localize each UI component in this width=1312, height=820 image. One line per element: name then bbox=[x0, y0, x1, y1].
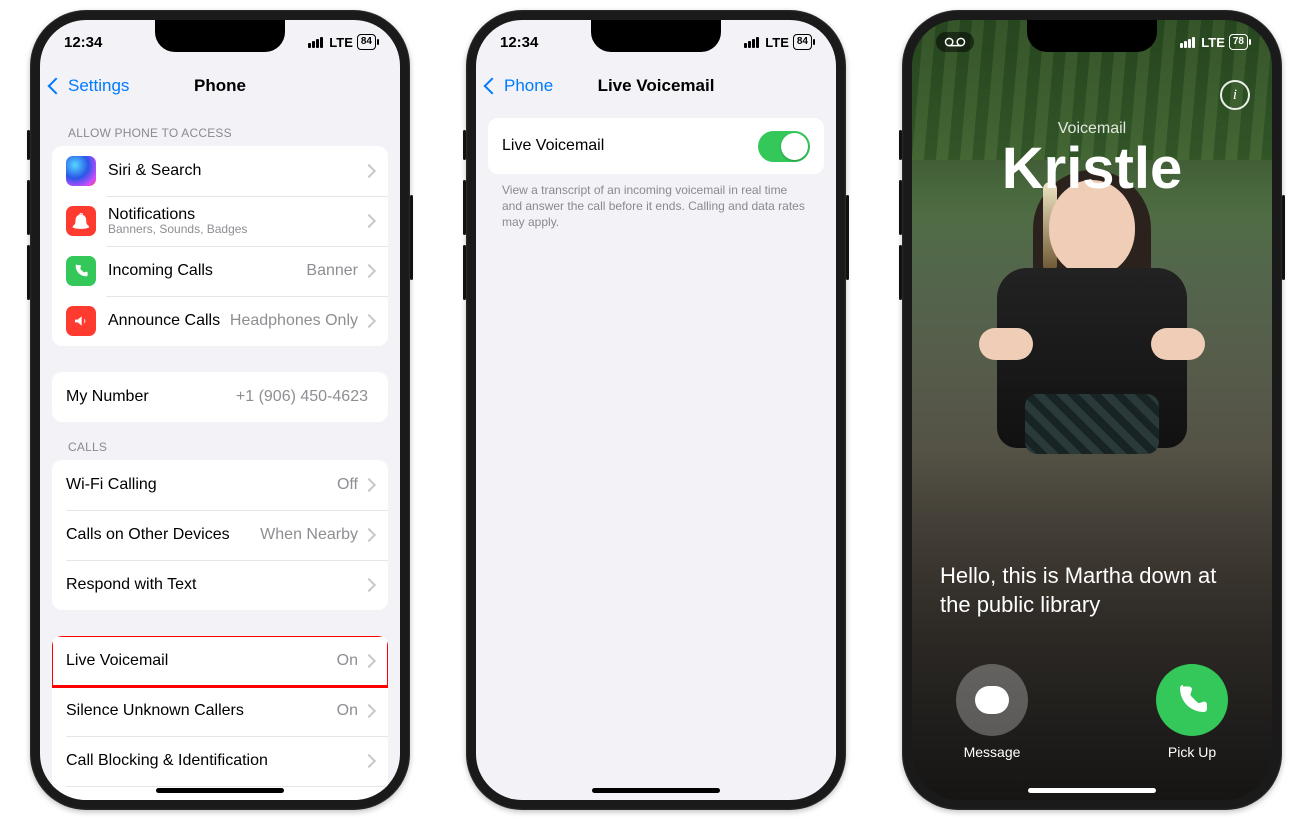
live-transcript: Hello, this is Martha down at the public… bbox=[940, 561, 1244, 620]
home-indicator[interactable] bbox=[156, 788, 284, 793]
chevron-right-icon bbox=[362, 704, 376, 718]
nav-bar: Settings Phone bbox=[40, 64, 400, 108]
power-button bbox=[846, 195, 849, 280]
back-button[interactable]: Phone bbox=[486, 64, 553, 108]
screen-phone-settings: 12:34 LTE 84 Settings Phone Allow Phone … bbox=[40, 20, 400, 800]
home-indicator[interactable] bbox=[592, 788, 720, 793]
chevron-right-icon bbox=[362, 754, 376, 768]
nav-bar: Phone Live Voicemail bbox=[476, 64, 836, 108]
row-live-voicemail[interactable]: Live Voicemail On bbox=[52, 636, 388, 686]
notch bbox=[1027, 20, 1157, 52]
caller-header: Voicemail Kristle bbox=[912, 120, 1272, 198]
row-call-blocking[interactable]: Call Blocking & Identification bbox=[52, 736, 388, 786]
caller-name: Kristle bbox=[912, 140, 1272, 198]
row-respond-with-text[interactable]: Respond with Text bbox=[52, 560, 388, 610]
message-button[interactable]: Message bbox=[956, 664, 1028, 760]
status-network: LTE bbox=[1201, 35, 1225, 50]
back-label: Phone bbox=[504, 76, 553, 96]
chevron-left-icon bbox=[484, 78, 501, 95]
volume-up bbox=[899, 180, 902, 235]
page-title: Phone bbox=[194, 76, 246, 96]
battery-icon: 84 bbox=[793, 34, 812, 50]
power-button bbox=[410, 195, 413, 280]
pickup-label: Pick Up bbox=[1168, 744, 1216, 760]
screen-live-voicemail-setting: 12:34 LTE 84 Phone Live Voicemail bbox=[476, 20, 836, 800]
chevron-right-icon bbox=[362, 214, 376, 228]
home-indicator[interactable] bbox=[1028, 788, 1156, 793]
mute-switch bbox=[463, 130, 466, 160]
power-button bbox=[1282, 195, 1285, 280]
mute-switch bbox=[27, 130, 30, 160]
phone-frame-incoming-voicemail: LTE 78 i Voicemail Kristle Hello, this i… bbox=[902, 10, 1282, 810]
call-action-row: Message Pick Up bbox=[912, 664, 1272, 760]
row-incoming-calls[interactable]: Incoming Calls Banner bbox=[52, 246, 388, 296]
chevron-right-icon bbox=[362, 578, 376, 592]
volume-up bbox=[463, 180, 466, 235]
group-my-number: My Number +1 (906) 450-4623 bbox=[52, 372, 388, 422]
section-header-access: Allow Phone to Access bbox=[40, 108, 400, 146]
volume-down bbox=[27, 245, 30, 300]
row-wifi-calling[interactable]: Wi-Fi Calling Off bbox=[52, 460, 388, 510]
section-header-calls: Calls bbox=[40, 422, 400, 460]
phone-incoming-icon bbox=[66, 256, 96, 286]
status-time: 12:34 bbox=[64, 34, 102, 51]
battery-icon: 84 bbox=[357, 34, 376, 50]
battery-icon: 78 bbox=[1229, 34, 1248, 50]
megaphone-icon bbox=[66, 306, 96, 336]
mute-switch bbox=[899, 130, 902, 160]
cell-signal-icon bbox=[308, 37, 323, 48]
cell-signal-icon bbox=[744, 37, 759, 48]
notch bbox=[591, 20, 721, 52]
toggle-switch[interactable] bbox=[758, 131, 810, 162]
notch bbox=[155, 20, 285, 52]
status-network: LTE bbox=[329, 35, 353, 50]
pickup-button[interactable]: Pick Up bbox=[1156, 664, 1228, 760]
row-notifications[interactable]: Notifications Banners, Sounds, Badges bbox=[52, 196, 388, 246]
group-calls-2: Live Voicemail On Silence Unknown Caller… bbox=[52, 636, 388, 800]
settings-scroll[interactable]: Allow Phone to Access Siri & Search Noti… bbox=[40, 108, 400, 800]
setting-footer-note: View a transcript of an incoming voicema… bbox=[476, 174, 836, 231]
info-button[interactable]: i bbox=[1220, 80, 1250, 110]
volume-down bbox=[463, 245, 466, 300]
phone-frame-settings: 12:34 LTE 84 Settings Phone Allow Phone … bbox=[30, 10, 410, 810]
row-siri-search[interactable]: Siri & Search bbox=[52, 146, 388, 196]
page-title: Live Voicemail bbox=[598, 76, 715, 96]
phone-frame-live-voicemail-setting: 12:34 LTE 84 Phone Live Voicemail bbox=[466, 10, 846, 810]
chevron-left-icon bbox=[48, 78, 65, 95]
bell-icon bbox=[66, 206, 96, 236]
row-my-number[interactable]: My Number +1 (906) 450-4623 bbox=[52, 372, 388, 422]
cell-signal-icon bbox=[1180, 37, 1195, 48]
status-time: 12:34 bbox=[500, 34, 538, 51]
call-kind-label: Voicemail bbox=[912, 120, 1272, 138]
group-allow-access: Siri & Search Notifications Banners, Sou… bbox=[52, 146, 388, 346]
group-live-voicemail-toggle: Live Voicemail bbox=[488, 118, 824, 174]
back-button[interactable]: Settings bbox=[50, 64, 129, 108]
three-phone-layout: 12:34 LTE 84 Settings Phone Allow Phone … bbox=[0, 0, 1312, 820]
message-label: Message bbox=[964, 744, 1021, 760]
group-calls-1: Wi-Fi Calling Off Calls on Other Devices… bbox=[52, 460, 388, 610]
settings-scroll[interactable]: Live Voicemail View a transcript of an i… bbox=[476, 108, 836, 800]
chevron-right-icon bbox=[362, 528, 376, 542]
contact-poster-person bbox=[977, 180, 1207, 510]
siri-icon bbox=[66, 156, 96, 186]
row-announce-calls[interactable]: Announce Calls Headphones Only bbox=[52, 296, 388, 346]
row-silence-unknown[interactable]: Silence Unknown Callers On bbox=[52, 686, 388, 736]
chevron-right-icon bbox=[362, 478, 376, 492]
chevron-right-icon bbox=[362, 314, 376, 328]
status-network: LTE bbox=[765, 35, 789, 50]
back-label: Settings bbox=[68, 76, 129, 96]
volume-up bbox=[27, 180, 30, 235]
volume-down bbox=[899, 245, 902, 300]
message-icon bbox=[975, 686, 1009, 714]
row-calls-other-devices[interactable]: Calls on Other Devices When Nearby bbox=[52, 510, 388, 560]
row-live-voicemail-toggle[interactable]: Live Voicemail bbox=[488, 118, 824, 174]
chevron-right-icon bbox=[362, 654, 376, 668]
screen-incoming-voicemail: LTE 78 i Voicemail Kristle Hello, this i… bbox=[912, 20, 1272, 800]
voicemail-status-pill bbox=[936, 32, 974, 52]
phone-icon bbox=[1174, 682, 1210, 718]
chevron-right-icon bbox=[362, 264, 376, 278]
chevron-right-icon bbox=[362, 164, 376, 178]
